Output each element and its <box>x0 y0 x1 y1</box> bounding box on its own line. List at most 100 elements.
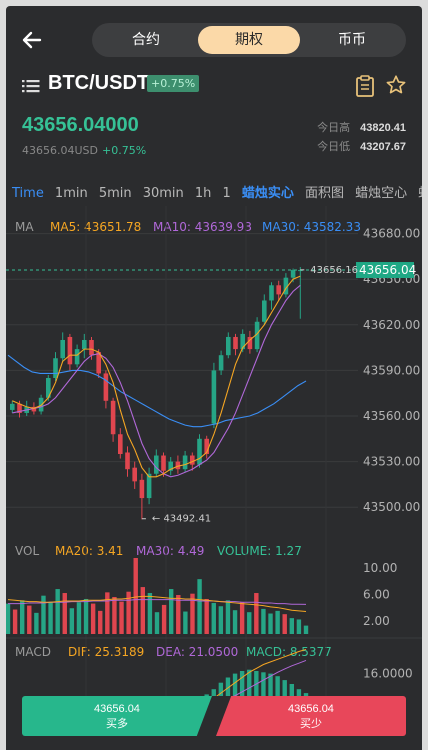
candle-body <box>226 336 231 356</box>
candle-body <box>154 455 159 474</box>
tab-area[interactable]: 面积图 <box>305 183 344 204</box>
volume-bar <box>98 610 103 634</box>
volume-bar <box>232 610 238 634</box>
volume-bar <box>41 595 46 634</box>
candle-body <box>132 467 137 482</box>
volume-bar <box>268 613 273 634</box>
y-axis-tick-label: 43500.00 <box>363 500 420 514</box>
volume-bar <box>176 595 181 634</box>
change-badge: +0.75% <box>147 75 200 92</box>
volume-bar <box>204 598 209 634</box>
interval-tabs: Time 1min 5min 30min 1h 1 蜡烛实心 面积图 蜡烛空心 … <box>6 182 422 204</box>
volume-bar <box>303 625 309 634</box>
min-price-label: ← 43492.41 <box>152 514 211 525</box>
today-low-value: 43207.67 <box>360 141 406 153</box>
list-menu-icon[interactable] <box>22 78 40 94</box>
volume-bar <box>112 596 117 634</box>
candle-body <box>262 300 267 322</box>
volume-bar <box>90 603 96 634</box>
segment-spot[interactable]: 币币 <box>301 26 403 54</box>
candle-body <box>118 434 123 454</box>
volume-bar <box>211 602 216 634</box>
max-price-label: 43656.16 <box>310 265 358 276</box>
app-window: 合约 期权 币币 BTC/USDT +0.75% 43656.04000 436… <box>6 6 422 750</box>
macd-histogram-bar <box>296 689 302 696</box>
candle-body <box>233 336 238 350</box>
tab-5min[interactable]: 5min <box>99 183 132 204</box>
candle-body <box>125 452 130 470</box>
tab-30min[interactable]: 30min <box>143 183 184 204</box>
candle-body <box>146 473 152 499</box>
tab-1min[interactable]: 1min <box>55 183 88 204</box>
candle-body <box>161 455 166 471</box>
candle-body <box>67 336 73 365</box>
volume-bar <box>55 589 60 634</box>
volume-bar <box>140 587 146 634</box>
candle-body <box>60 340 65 359</box>
buy-label: 买多 <box>106 717 128 730</box>
volume-bar <box>261 608 266 634</box>
tab-candle[interactable]: 蜡烛 <box>418 183 422 204</box>
volume-bar <box>19 600 25 634</box>
today-high-label: 今日高 <box>317 121 351 134</box>
tab-1[interactable]: 1 <box>222 183 230 204</box>
macd-histogram-bar <box>261 672 266 696</box>
volume-bar <box>161 604 167 634</box>
volume-bar <box>133 558 138 634</box>
usd-price: 43656.04USD <box>22 144 98 157</box>
back-arrow-icon[interactable] <box>20 28 44 52</box>
price-subline: 43656.04USD +0.75% <box>22 144 146 157</box>
candle-body <box>197 438 202 465</box>
sell-short-button[interactable]: 43656.04 买少 <box>216 696 406 736</box>
candle-body <box>290 270 296 278</box>
tab-solid-candle[interactable]: 蜡烛实心 <box>242 183 294 204</box>
candle-body <box>269 285 274 301</box>
volume-bar <box>6 603 11 634</box>
y-axis-tick-label: 43680.00 <box>363 227 420 241</box>
price-change: +0.75% <box>102 144 147 157</box>
symbol-name[interactable]: BTC/USDT <box>48 72 149 95</box>
volume-bar <box>197 579 202 634</box>
macd-histogram-bar <box>275 676 280 696</box>
candle-body <box>218 355 224 371</box>
volume-bar <box>69 608 75 634</box>
last-price: 43656.04000 <box>22 114 139 136</box>
candle-body <box>103 373 109 401</box>
tab-1h[interactable]: 1h <box>195 183 212 204</box>
y-axis-tick-label: 43560.00 <box>363 409 420 423</box>
macd-histogram-bar <box>289 684 295 696</box>
candle-body <box>74 349 80 365</box>
volume-bar <box>289 618 295 634</box>
volume-bar <box>154 612 160 634</box>
buy-long-button[interactable]: 43656.04 买多 <box>22 696 212 736</box>
tab-hollow-candle[interactable]: 蜡烛空心 <box>355 183 407 204</box>
vol-axis-tick-label: 10.00 <box>363 561 397 575</box>
volume-bar <box>190 593 195 634</box>
macd-histogram-bar <box>282 680 287 696</box>
candle-body <box>211 370 217 424</box>
candle-body <box>110 400 116 435</box>
tab-time[interactable]: Time <box>12 183 44 204</box>
volume-bar <box>183 611 188 634</box>
volume-bar <box>218 606 224 634</box>
segment-futures[interactable]: 合约 <box>95 26 197 54</box>
segment-options[interactable]: 期权 <box>198 26 300 54</box>
macd-axis-tick-label: 16.0000 <box>363 667 413 681</box>
volume-bar <box>247 612 252 634</box>
current-price-label: 43656.04 <box>359 263 416 277</box>
kline-chart[interactable]: 43680.0043650.0043620.0043590.0043560.00… <box>6 206 422 696</box>
favorite-star-icon[interactable] <box>385 74 407 96</box>
volume-bar <box>12 609 18 634</box>
sell-label: 买少 <box>300 717 322 730</box>
y-axis-tick-label: 43590.00 <box>363 363 420 377</box>
candle-body <box>276 285 281 295</box>
buy-price: 43656.04 <box>94 703 140 715</box>
today-high: 今日高 43820.41 <box>317 119 406 135</box>
y-axis-tick-label: 43620.00 <box>363 318 420 332</box>
clipboard-icon[interactable] <box>355 75 375 97</box>
candle-body <box>10 403 15 410</box>
macd-histogram-bar <box>303 693 309 696</box>
volume-bar <box>119 601 124 634</box>
volume-bar <box>225 600 231 634</box>
today-low-label: 今日低 <box>317 140 351 153</box>
